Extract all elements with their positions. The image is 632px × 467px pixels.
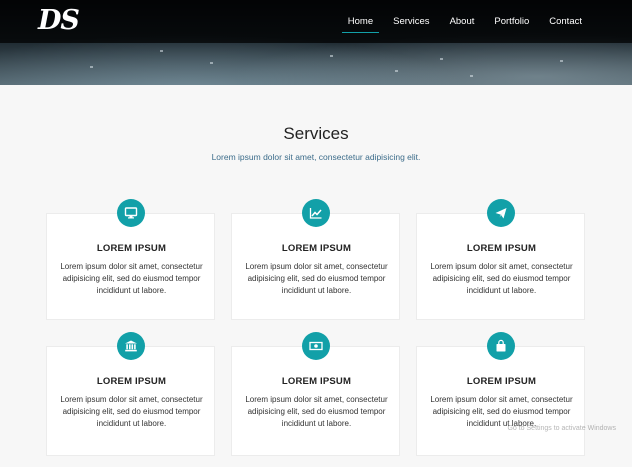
card-text: Lorem ipsum dolor sit amet, consectetur … <box>245 395 388 428</box>
card-text: Lorem ipsum dolor sit amet, consectetur … <box>430 262 573 295</box>
confetti-speck <box>160 50 163 52</box>
logo[interactable]: DS <box>38 5 80 36</box>
nav-item-portfolio[interactable]: Portfolio <box>488 14 535 30</box>
navbar: DS Home Services About Portfolio Contact <box>0 0 632 43</box>
confetti-speck <box>330 55 333 57</box>
shopping-bag-icon <box>487 332 515 360</box>
nav-item-services[interactable]: Services <box>387 14 435 30</box>
monitor-icon <box>117 199 145 227</box>
nav-item-contact[interactable]: Contact <box>543 14 588 30</box>
confetti-speck <box>90 66 93 68</box>
nav-item-home[interactable]: Home <box>341 14 380 33</box>
card-title: LOREM IPSUM <box>281 243 352 254</box>
money-icon <box>302 332 330 360</box>
os-watermark: Go to Settings to activate Windows <box>507 425 616 432</box>
hero-banner: DS Home Services About Portfolio Contact <box>0 0 632 85</box>
confetti-speck <box>470 75 473 77</box>
paper-plane-icon <box>487 199 515 227</box>
service-card: LOREM IPSUM Lorem ipsum dolor sit amet, … <box>416 213 585 320</box>
card-text: Lorem ipsum dolor sit amet, consectetur … <box>60 395 203 428</box>
card-title: LOREM IPSUM <box>96 243 167 254</box>
nav-item-about[interactable]: About <box>444 14 481 30</box>
service-card: LOREM IPSUM Lorem ipsum dolor sit amet, … <box>416 346 585 456</box>
card-title: LOREM IPSUM <box>281 376 352 387</box>
service-card: LOREM IPSUM Lorem ipsum dolor sit amet, … <box>46 346 215 456</box>
card-title: LOREM IPSUM <box>466 243 537 254</box>
card-title: LOREM IPSUM <box>466 376 537 387</box>
card-title: LOREM IPSUM <box>96 376 167 387</box>
confetti-speck <box>440 58 443 60</box>
card-text: Lorem ipsum dolor sit amet, consectetur … <box>245 262 388 295</box>
line-chart-icon <box>302 199 330 227</box>
confetti-speck <box>560 60 563 62</box>
service-card: LOREM IPSUM Lorem ipsum dolor sit amet, … <box>46 213 215 320</box>
confetti-speck <box>395 70 398 72</box>
section-subtitle: Lorem ipsum dolor sit amet, consectetur … <box>211 152 421 162</box>
bank-icon <box>117 332 145 360</box>
confetti-speck <box>210 62 213 64</box>
section-title: Services <box>283 124 349 143</box>
service-card: LOREM IPSUM Lorem ipsum dolor sit amet, … <box>231 213 400 320</box>
card-text: Lorem ipsum dolor sit amet, consectetur … <box>60 262 203 295</box>
service-card: LOREM IPSUM Lorem ipsum dolor sit amet, … <box>231 346 400 456</box>
nav-menu: Home Services About Portfolio Contact <box>334 14 588 33</box>
